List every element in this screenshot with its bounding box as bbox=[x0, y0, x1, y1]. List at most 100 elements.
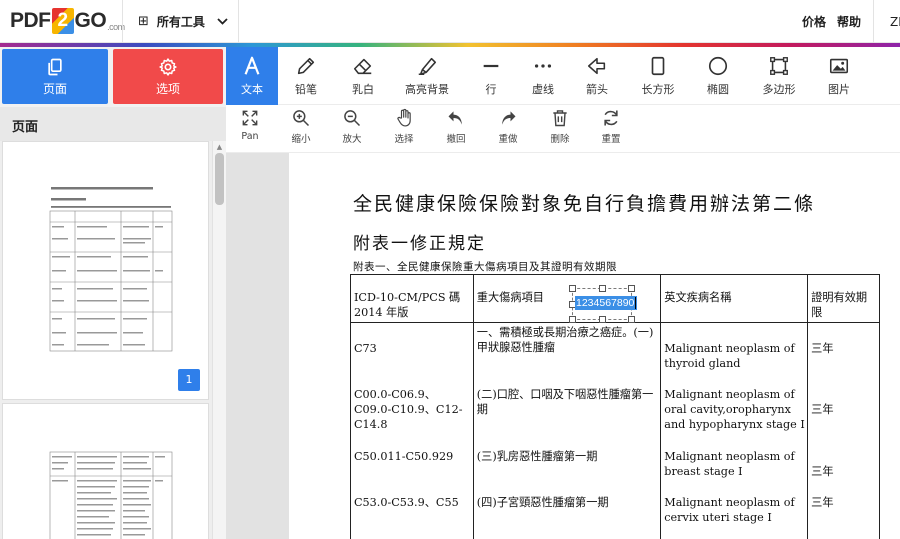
pdf2go-logo[interactable]: PDF 2 GO .com bbox=[10, 7, 125, 35]
language-switcher[interactable]: ZH bbox=[890, 0, 900, 43]
line-icon bbox=[483, 64, 499, 68]
tool-rectangle-label: 长方形 bbox=[641, 83, 675, 96]
tool-pencil[interactable]: 铅笔 bbox=[283, 47, 329, 105]
pdf-page[interactable]: 全民健康保險保險對象免自行負擔費用辦法第二條 附表一修正規定 附表一、全民健康保… bbox=[289, 153, 900, 539]
tool-highlighter-label: 高亮背景 bbox=[405, 83, 449, 96]
zoom-out-label: 缩小 bbox=[291, 134, 311, 145]
resize-handle[interactable] bbox=[599, 285, 606, 292]
resize-handle[interactable] bbox=[628, 316, 635, 323]
header-period: 證明有效期限 bbox=[807, 274, 880, 323]
gear-icon bbox=[159, 57, 177, 76]
logo-text-go: GO bbox=[74, 9, 107, 32]
header-divider bbox=[238, 0, 239, 43]
scrollbar-thumb[interactable] bbox=[215, 153, 224, 205]
delete-button[interactable]: 删除 bbox=[545, 108, 575, 152]
tool-arrow[interactable]: 箭头 bbox=[574, 47, 620, 105]
image-icon bbox=[829, 58, 849, 74]
cell-period: 三年 bbox=[807, 322, 880, 385]
nav-help-label: 帮助 bbox=[837, 15, 862, 29]
cell-english: Malignant neoplasm of thyroid gland bbox=[660, 322, 809, 385]
tool-dotted-line[interactable]: 虚线 bbox=[520, 47, 566, 105]
text-annotation-input[interactable]: 1234567890 bbox=[575, 296, 638, 310]
header-english: 英文疾病名稱 bbox=[660, 274, 809, 323]
tool-dotted-line-label: 虚线 bbox=[532, 83, 554, 96]
tool-ellipse[interactable]: 椭圆 bbox=[695, 47, 741, 105]
highlighter-icon bbox=[418, 57, 437, 76]
undo-button[interactable]: 撤回 bbox=[441, 108, 471, 152]
resize-handle[interactable] bbox=[569, 285, 576, 292]
arrow-icon bbox=[587, 57, 606, 75]
tool-line[interactable]: 行 bbox=[468, 47, 514, 105]
scroll-up-arrow-icon[interactable]: ▲ bbox=[215, 143, 224, 151]
options-button-label: 选项 bbox=[155, 81, 180, 96]
zoom-in-button[interactable]: 放大 bbox=[337, 108, 367, 152]
zoom-in-icon bbox=[344, 110, 361, 127]
select-label: 选择 bbox=[394, 134, 414, 145]
cell-code: C00.0-C06.9、C09.0-C10.9、C12-C14.8 bbox=[350, 384, 474, 445]
drawing-toolbar: 文本 铅笔 乳白 高亮背景 行 虚线 箭头 长方形 椭圆 多边形 图片 bbox=[226, 47, 900, 105]
select-hand-icon bbox=[397, 108, 411, 127]
pan-button[interactable]: Pan bbox=[235, 108, 265, 152]
zoom-in-label: 放大 bbox=[342, 134, 362, 145]
nav-help-link[interactable]: 帮助 bbox=[837, 0, 861, 43]
resize-handle[interactable] bbox=[628, 285, 635, 292]
cell-item: (四)子宮頸惡性腫瘤第一期 bbox=[472, 490, 662, 539]
options-button[interactable]: 选项 bbox=[113, 49, 223, 104]
tool-polygon[interactable]: 多边形 bbox=[756, 47, 802, 105]
pages-button[interactable]: 页面 bbox=[2, 49, 108, 104]
tool-rectangle[interactable]: 长方形 bbox=[634, 47, 682, 105]
tool-text-label: 文本 bbox=[241, 83, 263, 96]
reset-icon bbox=[604, 110, 618, 126]
cell-item: 一、需積極或長期治療之癌症。(一)甲狀腺惡性腫瘤 bbox=[472, 322, 662, 385]
all-tools-label: 所有工具 bbox=[156, 15, 205, 29]
reset-button[interactable]: 重置 bbox=[596, 108, 626, 152]
top-bar: PDF2GO.com ⊞ 所有工具 价格 帮助 ZH bbox=[0, 0, 900, 43]
page-thumbnail-1[interactable]: 1 bbox=[2, 141, 209, 400]
tool-eraser[interactable]: 乳白 bbox=[340, 47, 386, 105]
tool-image[interactable]: 图片 bbox=[816, 47, 862, 105]
action-toolbar: Pan 缩小 放大 选择 撤回 重做 删除 重置 bbox=[226, 105, 900, 153]
cell-code: C53.0-C53.9、C55 bbox=[350, 490, 474, 539]
eraser-icon bbox=[353, 58, 372, 75]
cell-english: Malignant neoplasm of oral cavity,oropha… bbox=[660, 384, 809, 445]
cell-period: 三年 bbox=[807, 490, 880, 539]
all-tools-dropdown[interactable]: ⊞ 所有工具 bbox=[138, 0, 228, 43]
redo-button[interactable]: 重做 bbox=[493, 108, 523, 152]
zoom-out-button[interactable]: 缩小 bbox=[286, 108, 316, 152]
header-code: ICD-10-CM/PCS 碼 2014 年版 bbox=[350, 274, 474, 323]
left-panel: 页面 选项 页面 1 ▲ bbox=[0, 47, 226, 539]
rectangle-icon bbox=[651, 56, 665, 76]
reset-label: 重置 bbox=[601, 134, 621, 145]
polygon-icon bbox=[770, 57, 788, 75]
cell-english: Malignant neoplasm of breast stage I bbox=[660, 444, 809, 491]
nav-pricing-label: 价格 bbox=[802, 15, 827, 29]
tool-highlighter[interactable]: 高亮背景 bbox=[400, 47, 454, 105]
tool-ellipse-label: 椭圆 bbox=[707, 83, 729, 96]
text-caret bbox=[635, 297, 637, 310]
tool-image-label: 图片 bbox=[828, 83, 850, 96]
cell-code: C50.011-C50.929 bbox=[350, 444, 474, 491]
undo-label: 撤回 bbox=[446, 134, 466, 145]
header-divider bbox=[122, 0, 123, 43]
thumbnails-scrollbar[interactable]: ▲ bbox=[212, 141, 226, 539]
cell-period: 三年 bbox=[807, 384, 880, 445]
page-thumbnail-2[interactable] bbox=[2, 403, 209, 539]
language-label: ZH bbox=[890, 14, 900, 29]
page-number-badge[interactable]: 1 bbox=[178, 369, 200, 391]
pan-icon bbox=[242, 110, 258, 126]
resize-handle[interactable] bbox=[599, 316, 606, 323]
cell-english: Malignant neoplasm of cervix uteri stage… bbox=[660, 490, 809, 539]
text-icon bbox=[244, 56, 260, 75]
logo-text-pdf: PDF bbox=[10, 9, 51, 32]
pages-heading: 页面 bbox=[0, 107, 226, 141]
nav-pricing-link[interactable]: 价格 bbox=[802, 0, 826, 43]
tool-text[interactable]: 文本 bbox=[226, 47, 278, 105]
redo-label: 重做 bbox=[498, 134, 518, 145]
select-button[interactable]: 选择 bbox=[389, 108, 419, 152]
logo-text-2: 2 bbox=[51, 8, 74, 34]
cell-item: (三)乳房惡性腫瘤第一期 bbox=[472, 444, 662, 491]
resize-handle[interactable] bbox=[569, 316, 576, 323]
page-thumbnail-preview bbox=[49, 451, 173, 539]
document-viewer[interactable]: 全民健康保險保險對象免自行負擔費用辦法第二條 附表一修正規定 附表一、全民健康保… bbox=[226, 153, 900, 539]
ellipse-icon bbox=[708, 56, 728, 76]
